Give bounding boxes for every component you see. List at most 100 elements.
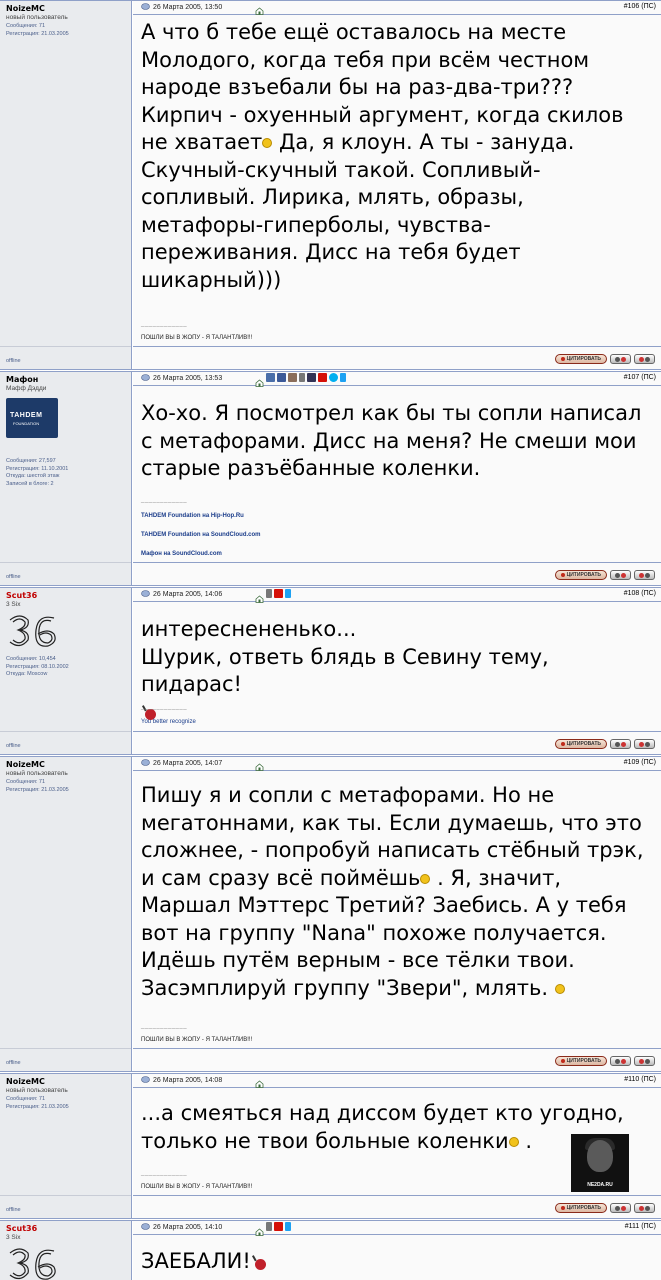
post-number[interactable]: #106 (ПС) — [624, 3, 656, 10]
author-name[interactable]: NoizeMC — [6, 1077, 45, 1086]
author-name[interactable]: Мафон — [6, 375, 38, 384]
post-body: 26 Марта 2005, 14:08 #110 (ПС) ...а смея… — [133, 1074, 661, 1218]
stat-registration: Регистрация: 11.10.2001 — [6, 465, 69, 472]
avatar[interactable]: TAHDEM FOUNDATION — [6, 398, 58, 438]
quote-button[interactable]: ЦИТИРОВАТЬ — [554, 739, 607, 749]
myspace-icon[interactable] — [307, 373, 316, 382]
post-author-panel: NoizeMC новый пользователь Сообщения: 71… — [0, 1, 132, 369]
quick-reply-button[interactable] — [634, 354, 655, 364]
author-name[interactable]: Scut36 — [6, 591, 37, 600]
status-offline: offline — [6, 574, 21, 580]
post-line: А что б тебе ещё оставалось на месте — [141, 20, 567, 44]
post-line — [141, 699, 653, 727]
author-name[interactable]: NoizeMC — [6, 4, 45, 13]
multiquote-button[interactable] — [610, 1203, 631, 1213]
post-date-text: 26 Марта 2005, 13:53 — [153, 375, 223, 382]
author-name[interactable]: NoizeMC — [6, 760, 45, 769]
home-icon[interactable] — [255, 1223, 264, 1236]
post-actions-bar: ЦИТИРОВАТЬ — [133, 346, 661, 369]
signature: ПОШЛИ ВЫ В ЖОПУ - Я ТАЛАНТЛИВ!!! — [141, 1037, 253, 1043]
signature-link[interactable]: Мафон на SoundCloud.com — [141, 551, 222, 557]
multiquote-button[interactable] — [610, 570, 631, 580]
post-body: 26 Марта 2005, 14:06 #108 (ПС) интересне… — [133, 588, 661, 754]
home-icon[interactable] — [255, 2, 264, 15]
home-icon[interactable] — [255, 374, 264, 387]
facebook-icon[interactable] — [277, 373, 286, 382]
bubble-icon — [645, 1058, 650, 1064]
post-text: Хо-хо. Я посмотрел как бы ты сопли напис… — [141, 400, 653, 483]
post-image[interactable]: NE2DA.RU — [571, 1134, 629, 1192]
post: NoizeMC новый пользователь Сообщения: 71… — [0, 1073, 661, 1219]
home-icon[interactable] — [255, 1075, 264, 1088]
quote-button[interactable]: ЦИТИРОВАТЬ — [554, 1203, 607, 1213]
bubble-icon — [645, 741, 650, 747]
pencil-icon[interactable] — [266, 1222, 272, 1231]
profile-links — [255, 1075, 264, 1088]
post-number[interactable]: #111 (ПС) — [625, 1223, 656, 1230]
multiquote-button[interactable] — [610, 1056, 631, 1066]
post-date: 26 Марта 2005, 13:53 — [141, 374, 222, 383]
avatar[interactable] — [6, 1245, 58, 1280]
quick-reply-button[interactable] — [634, 739, 655, 749]
multiquote-button[interactable] — [610, 354, 631, 364]
multiquote-icon — [615, 741, 620, 747]
avatar-subtext: FOUNDATION — [13, 421, 40, 426]
avatar[interactable] — [6, 612, 58, 650]
plus-icon — [621, 1205, 626, 1211]
skype-icon[interactable] — [329, 373, 338, 382]
post-number[interactable]: #107 (ПС) — [624, 374, 656, 381]
pencil-icon[interactable] — [266, 589, 272, 598]
post-author-panel: Scut36 3 Six Сообщения: 10,454 Регистрац… — [0, 588, 132, 754]
post: Scut36 3 Six 26 Марта 2005, 14:10 #111 (… — [0, 1220, 661, 1280]
multiquote-button[interactable] — [610, 739, 631, 749]
pencil-icon[interactable] — [299, 373, 305, 382]
quick-reply-button[interactable] — [634, 570, 655, 580]
instagram-icon[interactable] — [288, 373, 297, 382]
quote-button[interactable]: ЦИТИРОВАТЬ — [554, 570, 607, 580]
stat-registration: Регистрация: 21.03.2005 — [6, 1103, 69, 1110]
quote-button[interactable]: ЦИТИРОВАТЬ — [554, 1056, 607, 1066]
home-icon[interactable] — [255, 590, 264, 603]
post-body: 26 Марта 2005, 13:53 #107 (ПС) Хо-хо. Я … — [133, 372, 661, 585]
post-line: Скучный-скучный такой. Сопливый- — [141, 157, 541, 182]
twitter-icon[interactable] — [340, 373, 346, 382]
profile-links — [255, 758, 264, 771]
profile-links — [255, 373, 346, 387]
post-date: 26 Марта 2005, 13:50 — [141, 3, 222, 12]
author-rank: новый пользователь — [6, 14, 68, 21]
multiquote-icon — [615, 572, 620, 578]
post-number[interactable]: #109 (ПС) — [624, 759, 656, 766]
signature-link[interactable]: TAHDEM Foundation на Hip-Hop.Ru — [141, 513, 244, 519]
post-number[interactable]: #108 (ПС) — [624, 590, 656, 597]
post-date-text: 26 Марта 2005, 14:06 — [153, 591, 223, 598]
reply-icon — [639, 356, 644, 362]
plus-icon — [621, 356, 626, 362]
home-icon[interactable] — [255, 758, 264, 771]
post-date-text: 26 Марта 2005, 14:08 — [153, 1077, 223, 1084]
author-rank: новый пользователь — [6, 770, 68, 777]
lastfm-icon[interactable] — [274, 1222, 283, 1231]
twitter-icon[interactable] — [285, 589, 291, 598]
profile-links — [255, 589, 291, 603]
author-name[interactable]: Scut36 — [6, 1224, 37, 1233]
post-actions: ЦИТИРОВАТЬ — [554, 739, 655, 749]
bubble-icon — [645, 356, 650, 362]
multiquote-icon — [615, 1205, 620, 1211]
lastfm-icon[interactable] — [318, 373, 327, 382]
smile-icon — [262, 138, 273, 148]
quote-button[interactable]: ЦИТИРОВАТЬ — [554, 354, 607, 364]
signature-link[interactable]: TAHDEM Foundation на SoundCloud.com — [141, 532, 261, 538]
post-number[interactable]: #110 (ПС) — [624, 1076, 656, 1083]
post-text: А что б тебе ещё оставалось на месте Мол… — [141, 19, 653, 294]
quick-reply-button[interactable] — [634, 1203, 655, 1213]
post-actions: ЦИТИРОВАТЬ — [554, 1056, 655, 1066]
profile-links — [255, 2, 264, 15]
author-rank: новый пользователь — [6, 1087, 68, 1094]
plus-icon — [621, 741, 626, 747]
post-header: 26 Марта 2005, 13:53 #107 (ПС) — [133, 372, 661, 387]
vk-icon[interactable] — [266, 373, 275, 382]
lastfm-icon[interactable] — [274, 589, 283, 598]
quick-reply-button[interactable] — [634, 1056, 655, 1066]
twitter-icon[interactable] — [285, 1222, 291, 1231]
post-actions: ЦИТИРОВАТЬ — [554, 1203, 655, 1213]
